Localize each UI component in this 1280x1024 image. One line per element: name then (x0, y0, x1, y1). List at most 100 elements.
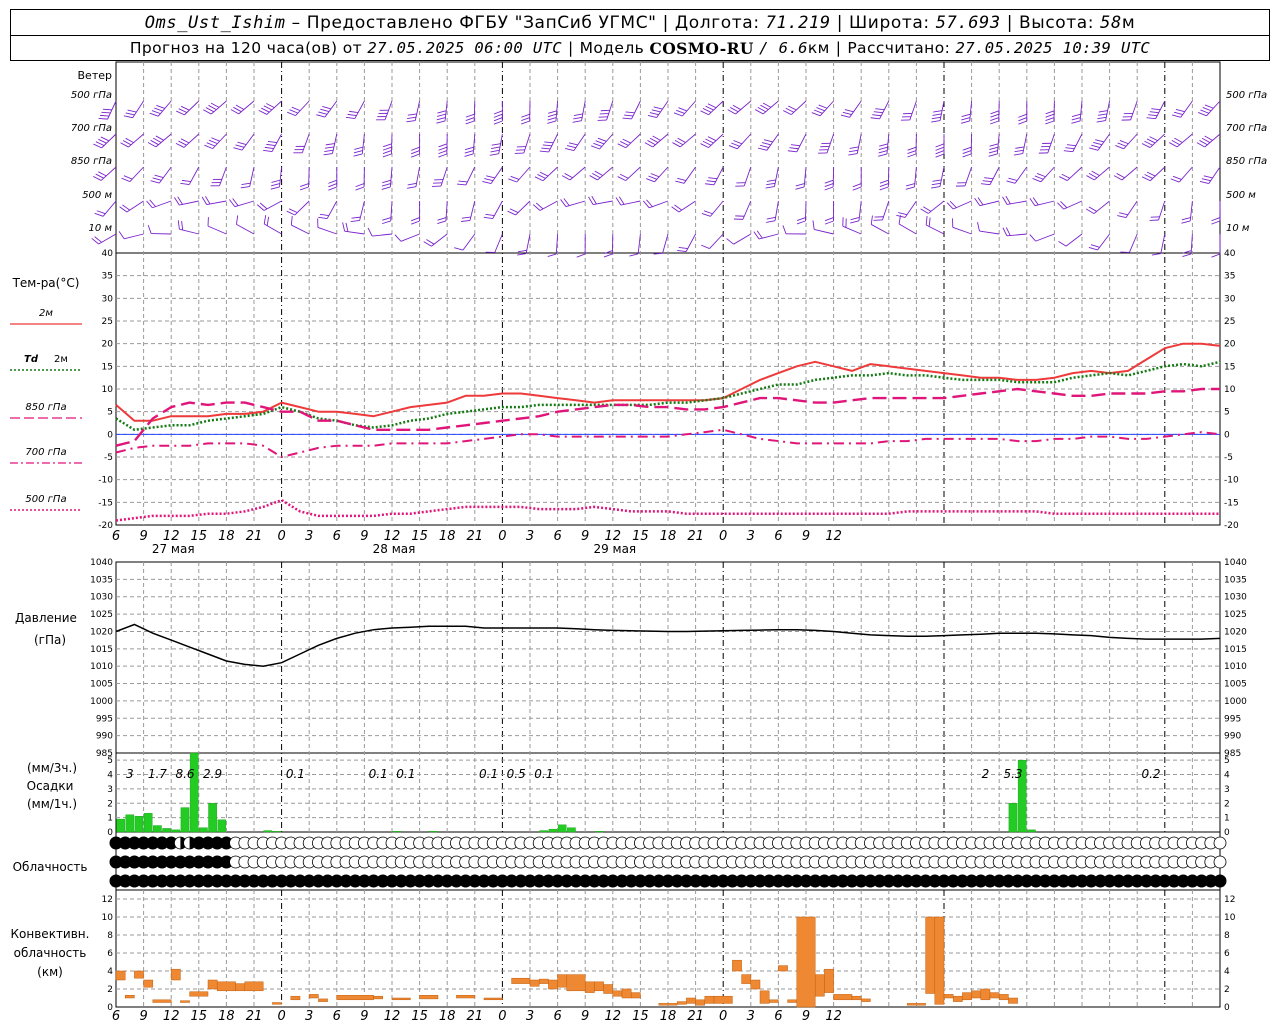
legend-label: 500 гПа (25, 494, 66, 505)
wind-barb-feather (961, 113, 971, 117)
wind-barb-feather (1095, 139, 1105, 143)
wind-barb-feather (350, 219, 360, 222)
wind-barb-feather (703, 210, 713, 215)
wind-barb-feather (354, 146, 364, 150)
wind-barb-feather (766, 216, 776, 220)
conv-cloud-box (741, 974, 752, 984)
press-tick-left: 1030 (90, 593, 113, 603)
wind-barb-feather (676, 109, 685, 114)
precip-bar (539, 830, 549, 833)
conv-cloud-box (851, 995, 862, 1001)
wind-barb-feather (590, 145, 600, 150)
wind-barb-feather (842, 111, 852, 115)
temp-tick-right: 15 (1224, 362, 1235, 372)
precip-bar (429, 831, 438, 833)
wind-barb-feather (517, 249, 527, 253)
wind-barb-feather (1002, 227, 1008, 237)
wind-barb-feather (962, 150, 972, 155)
wind-barb-feather (844, 109, 854, 113)
wind-barb-feather (456, 183, 466, 186)
time-tick-label: 18 (218, 1009, 235, 1024)
temp-tick-left: -5 (104, 453, 113, 463)
time-tick-label: 21 (687, 529, 704, 544)
wind-barb-feather (1029, 234, 1037, 242)
wind-barb-feather (878, 150, 888, 154)
conv-cloud-box (962, 992, 972, 1001)
wind-barb-feather (755, 109, 764, 115)
conv-cloud-box (207, 979, 218, 990)
wind-barb-feather (1169, 142, 1178, 148)
wind-barb-shaft (662, 233, 669, 254)
conv-cloud-box (824, 968, 834, 993)
time-tick-label: 12 (825, 529, 842, 544)
wind-barb-feather (325, 143, 335, 146)
conv-cloud-box (906, 1003, 926, 1006)
press-tick-left: 1035 (90, 575, 113, 585)
conv-cloud-box (143, 979, 154, 988)
wind-barb-shaft (555, 233, 559, 254)
wind-barb-feather (98, 118, 108, 120)
wind-barb-feather (493, 110, 503, 115)
time-tick-label: 18 (439, 529, 456, 544)
temp-tick-left: 25 (102, 317, 113, 327)
wind-barb-feather (154, 174, 164, 179)
wind-barb-feather (318, 216, 328, 219)
wind-barb-feather (355, 186, 365, 191)
wind-barb-feather (1097, 113, 1108, 116)
wind-barb-feather (766, 182, 776, 186)
wind-barb-feather (411, 150, 420, 155)
wind-barb-feather (935, 143, 945, 148)
precip-tick-left: 0 (107, 828, 113, 838)
time-tick-label: 12 (384, 1009, 401, 1024)
wind-barb-feather (1200, 109, 1209, 114)
wind-barb-feather (1063, 150, 1073, 153)
wind-barb-feather (812, 220, 815, 230)
wind-barb-feather (381, 186, 391, 190)
temp-tick-left: 10 (102, 385, 114, 395)
wind-barb-feather (1119, 140, 1129, 145)
wind-barb-feather (382, 153, 392, 158)
wind-barb-feather (318, 111, 328, 115)
press-tick-right: 1035 (1224, 575, 1247, 585)
wind-barb-feather (873, 111, 883, 114)
wind-barb-feather (1117, 142, 1127, 147)
wind-barb-feather (438, 150, 448, 155)
conv-cloud-box (778, 965, 788, 972)
wind-barb-feather (1005, 227, 1011, 236)
wind-barb-feather (1098, 110, 1108, 113)
wind-barb-feather (962, 153, 972, 158)
wind-level-label: 500 гПа (71, 90, 112, 101)
wind-barb-feather (568, 142, 578, 146)
wind-barb-feather (647, 114, 657, 118)
wind-barb-feather (263, 149, 273, 153)
conv-cloud-box (180, 1000, 190, 1003)
wind-barb-feather (701, 244, 710, 249)
wind-barb-feather (461, 219, 471, 222)
press-tick-right: 1010 (1224, 662, 1247, 672)
conv-tick-left: 6 (107, 949, 113, 959)
precip-bar (180, 807, 190, 833)
wind-barb-feather (796, 217, 806, 221)
wind-barb-feather (95, 173, 104, 179)
wind-barb-feather (100, 136, 110, 142)
wind-barb-shaft (400, 233, 420, 242)
wind-barb-feather (783, 110, 792, 115)
wind-barb-feather (875, 108, 885, 111)
conv-cloud-box (538, 978, 549, 984)
wind-barb-feather (454, 247, 464, 251)
wind-barb-feather (507, 210, 516, 216)
wind-barb-feather (984, 177, 994, 180)
cloud-panel (109, 836, 1227, 888)
precip-bar (567, 827, 576, 833)
conv-cloud-box (594, 981, 604, 992)
time-tick-label: 6 (553, 529, 561, 544)
wind-barb-feather (1018, 117, 1027, 122)
wind-barb-feather (1088, 172, 1098, 179)
wind-barb-feather (349, 110, 359, 114)
conv-cloud-box (768, 999, 779, 1003)
wind-barb-feather (1175, 109, 1185, 113)
wind-barb-feather (367, 227, 373, 237)
conv-cloud-box (925, 916, 936, 994)
day-label: 29 мая (593, 542, 636, 556)
wind-barb-feather (407, 113, 417, 116)
